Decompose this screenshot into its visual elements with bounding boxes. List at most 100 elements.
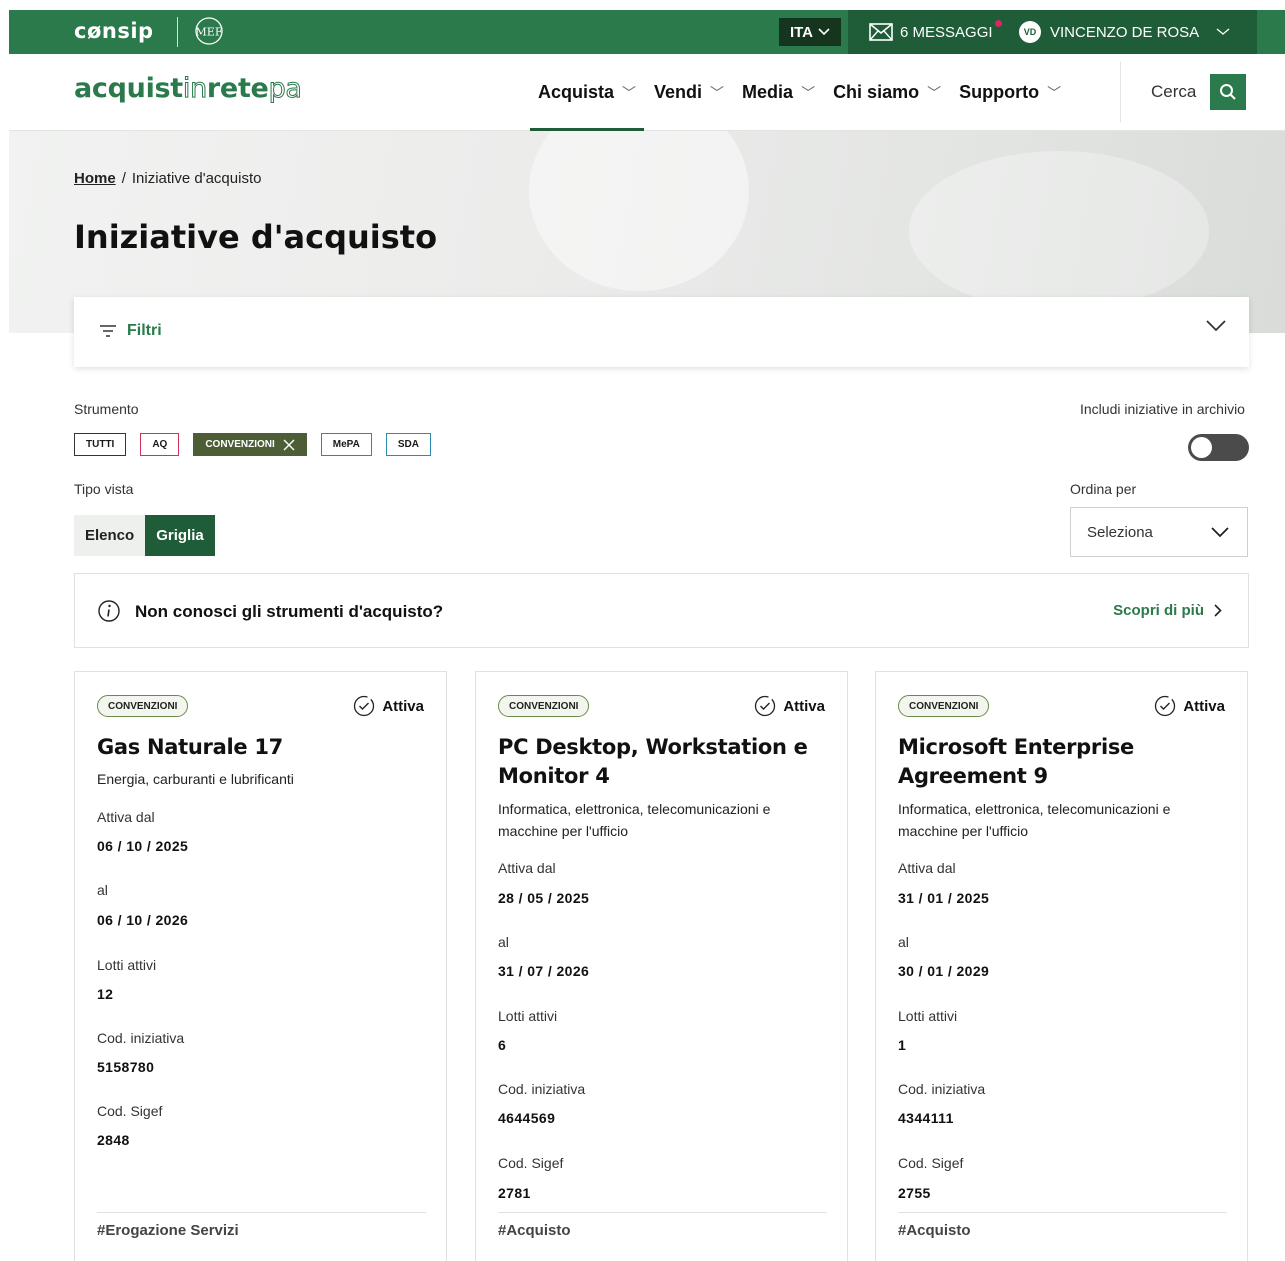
lots-label: Lotti attivi [898, 1008, 958, 1024]
card-category: Informatica, elettronica, telecomunicazi… [898, 801, 1171, 839]
chevron-down-icon [818, 28, 830, 36]
info-banner: Non conosci gli strumenti d'acquisto? Sc… [74, 573, 1249, 648]
nav-item-label: Vendi [654, 82, 703, 102]
messages-link[interactable]: 6 MESSAGGI [869, 10, 1002, 54]
envelope-icon [869, 23, 893, 41]
chevron-down-icon: ﹀ [801, 84, 816, 101]
status-badge: Attiva [754, 695, 825, 717]
card-title[interactable]: Gas Naturale 17 [97, 733, 427, 762]
to-value: 31 / 07 / 2026 [498, 963, 590, 979]
nav-item-supporto[interactable]: Supporto ﹀ [951, 54, 1069, 131]
archive-toggle[interactable] [1188, 434, 1249, 461]
lots-label: Lotti attivi [498, 1008, 558, 1024]
hero-decoration [909, 151, 1209, 311]
lots-value: 6 [498, 1037, 507, 1053]
active-from-value: 28 / 05 / 2025 [498, 890, 590, 906]
consip-logo[interactable]: cønsip [74, 19, 154, 43]
code-value: 4344111 [898, 1110, 954, 1126]
lots-value: 1 [898, 1037, 907, 1053]
card-title[interactable]: PC Desktop, Workstation e Monitor 4 [498, 733, 828, 791]
check-circle-icon [354, 695, 375, 717]
breadcrumb: Home / Iniziative d'acquisto [74, 170, 261, 187]
card-title[interactable]: Microsoft Enterprise Agreement 9 [898, 733, 1228, 791]
chevron-down-icon: ﹀ [1047, 84, 1062, 101]
language-selector[interactable]: ITA [779, 18, 841, 46]
sigef-value: 2755 [898, 1185, 931, 1201]
chip-tutti[interactable]: TUTTI [74, 433, 127, 456]
nav-item-vendi[interactable]: Vendi ﹀ [646, 54, 732, 131]
search-label[interactable]: Cerca [1151, 82, 1196, 102]
chip-mepa[interactable]: MePA [320, 433, 372, 456]
sort-select[interactable]: Seleziona [1070, 507, 1248, 557]
chip-sda[interactable]: SDA [385, 433, 431, 456]
code-label: Cod. iniziativa [97, 1030, 185, 1046]
lots-value: 12 [97, 986, 114, 1002]
chip-convenzioni-label: CONVENZIONI [205, 439, 275, 450]
mef-logo-text: MEF [196, 26, 223, 39]
search-button[interactable] [1210, 74, 1246, 110]
user-menu[interactable]: VD VINCENZO DE ROSA [1019, 10, 1230, 54]
sigef-value: 2781 [498, 1185, 531, 1201]
chip-aq[interactable]: AQ [140, 433, 180, 456]
nav-item-media[interactable]: Media ﹀ [734, 54, 823, 131]
status-label: Attiva [382, 697, 424, 715]
close-icon[interactable] [283, 439, 295, 451]
code-label: Cod. iniziativa [898, 1081, 986, 1097]
lots-label: Lotti attivi [97, 957, 157, 973]
initiative-card[interactable]: CONVENZIONI Attiva Gas Naturale 17 Energ… [74, 671, 447, 1261]
top-bar: cønsip MEF ITA 6 MESSAGGI VD VINCENZO DE… [9, 10, 1285, 54]
filters-toggle[interactable]: Filtri [99, 322, 162, 340]
nav-item-label: Media [742, 82, 794, 102]
sort-label: Ordina per [1070, 481, 1137, 497]
card-divider [97, 1212, 426, 1213]
active-from-label: Attiva dal [498, 860, 556, 876]
filters-label: Filtri [127, 322, 162, 339]
filter-lines-icon [100, 325, 116, 337]
nav-item-chi-siamo[interactable]: Chi siamo ﹀ [825, 54, 949, 131]
chevron-down-icon[interactable] [1205, 319, 1227, 333]
brand-part-1: acquist [74, 73, 183, 104]
acquistinretepa-logo[interactable]: acquistinretepa [74, 73, 302, 105]
sigef-value: 2848 [97, 1132, 130, 1148]
chevron-down-icon: ﹀ [927, 84, 942, 101]
breadcrumb-current: Iniziative d'acquisto [131, 170, 262, 187]
brand-part-4: pa [268, 73, 302, 105]
filters-panel[interactable]: Filtri [74, 297, 1249, 367]
mef-logo[interactable]: MEF [191, 16, 227, 46]
brand-part-3: rete [206, 73, 269, 104]
archive-label: Includi iniziative in archivio [1080, 401, 1245, 417]
toggle-knob [1191, 437, 1212, 458]
active-from-label: Attiva dal [898, 860, 956, 876]
check-circle-icon [755, 695, 776, 717]
sigef-label: Cod. Sigef [498, 1155, 564, 1171]
active-from-value: 06 / 10 / 2025 [97, 838, 189, 854]
card-tag[interactable]: #Erogazione Servizi [97, 1222, 239, 1239]
discover-more-label: Scopri di più [1113, 602, 1204, 619]
chevron-down-icon: ﹀ [710, 84, 725, 101]
card-tag[interactable]: #Acquisto [898, 1222, 971, 1239]
initiative-card[interactable]: CONVENZIONI Attiva Microsoft Enterprise … [875, 671, 1248, 1261]
chip-convenzioni[interactable]: CONVENZIONI [193, 433, 307, 456]
user-name: VINCENZO DE ROSA [1050, 23, 1200, 41]
sigef-label: Cod. Sigef [898, 1155, 964, 1171]
messages-label: 6 MESSAGGI [900, 23, 993, 41]
initiative-card[interactable]: CONVENZIONI Attiva PC Desktop, Workstati… [475, 671, 848, 1261]
to-label: al [898, 934, 909, 950]
view-grid-button[interactable]: Griglia [145, 515, 215, 556]
info-banner-text: Non conosci gli strumenti d'acquisto? [135, 602, 444, 621]
code-label: Cod. iniziativa [498, 1081, 586, 1097]
check-circle-icon [1155, 695, 1176, 717]
notification-dot [995, 20, 1002, 27]
breadcrumb-home-link[interactable]: Home [74, 170, 116, 187]
nav-item-label: Chi siamo [833, 82, 920, 102]
discover-more-link[interactable]: Scopri di più [1113, 602, 1222, 619]
active-from-label: Attiva dal [97, 809, 155, 825]
view-list-button[interactable]: Elenco [74, 515, 146, 556]
chevron-down-icon: ﹀ [622, 84, 637, 101]
search-icon [1220, 84, 1236, 100]
sigef-label: Cod. Sigef [97, 1103, 163, 1119]
to-value: 30 / 01 / 2029 [898, 963, 990, 979]
status-badge: Attiva [1154, 695, 1225, 717]
card-tag[interactable]: #Acquisto [498, 1222, 571, 1239]
nav-item-acquista[interactable]: Acquista ﹀ [530, 54, 645, 131]
